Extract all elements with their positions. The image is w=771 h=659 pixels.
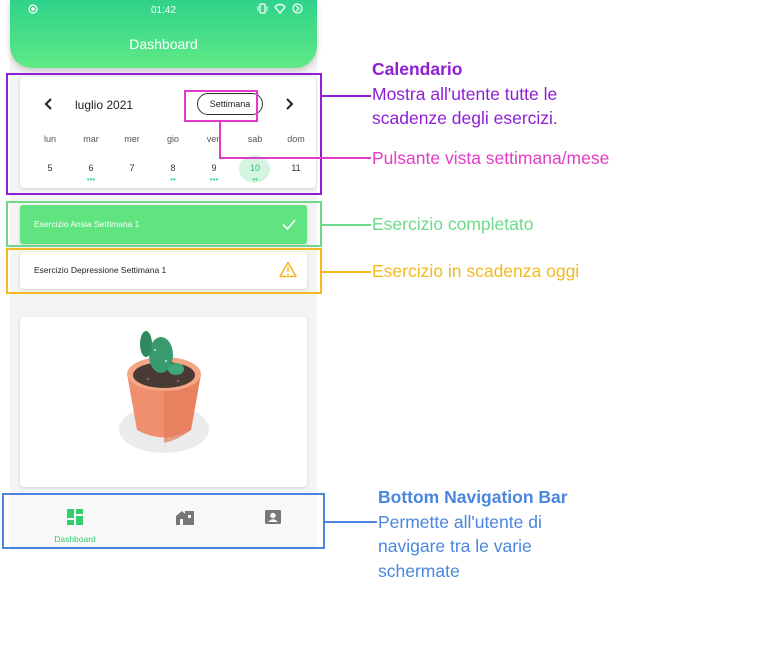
status-bar: 01:42 xyxy=(10,0,317,20)
bottom-nav-annotation: Bottom Navigation Bar Permette all'utent… xyxy=(378,485,568,583)
annotation-title: Bottom Navigation Bar xyxy=(378,487,568,507)
due-highlight-box xyxy=(6,248,322,294)
completed-highlight-box xyxy=(6,201,322,247)
battery-icon xyxy=(292,3,303,14)
app-bar: 01:42 Dashboard xyxy=(10,0,317,68)
annotation-text: schermate xyxy=(378,560,460,581)
due-annotation: Esercizio in scadenza oggi xyxy=(372,261,580,281)
annotation-text: scadenze degli esercizi. xyxy=(372,108,558,128)
week-button-connector-h xyxy=(219,157,371,159)
page-title: Dashboard xyxy=(129,36,198,52)
wifi-icon xyxy=(274,3,286,14)
week-button-highlight-box xyxy=(184,90,258,122)
calendar-annotation: Calendario Mostra all'utente tutte le sc… xyxy=(372,57,558,131)
status-icons xyxy=(257,3,303,14)
week-button-connector-v xyxy=(219,122,221,158)
vibrate-icon xyxy=(257,3,268,14)
annotation-text: navigare tra le varie xyxy=(378,536,532,556)
bottom-nav-highlight-box xyxy=(2,493,325,549)
annotation-title: Calendario xyxy=(372,59,463,79)
completed-annotation: Esercizio completato xyxy=(372,214,534,234)
bottom-nav-connector xyxy=(325,521,377,523)
week-button-annotation: Pulsante vista settimana/mese xyxy=(372,148,610,168)
annotation-text: Mostra all'utente tutte le xyxy=(372,83,558,104)
calendar-connector xyxy=(322,95,371,97)
cactus-illustration xyxy=(119,331,209,453)
due-connector xyxy=(322,271,371,273)
annotation-text: Permette all'utente di xyxy=(378,511,542,532)
calendar-highlight-box xyxy=(6,73,322,195)
completed-connector xyxy=(322,224,371,226)
plant-card xyxy=(20,317,307,487)
